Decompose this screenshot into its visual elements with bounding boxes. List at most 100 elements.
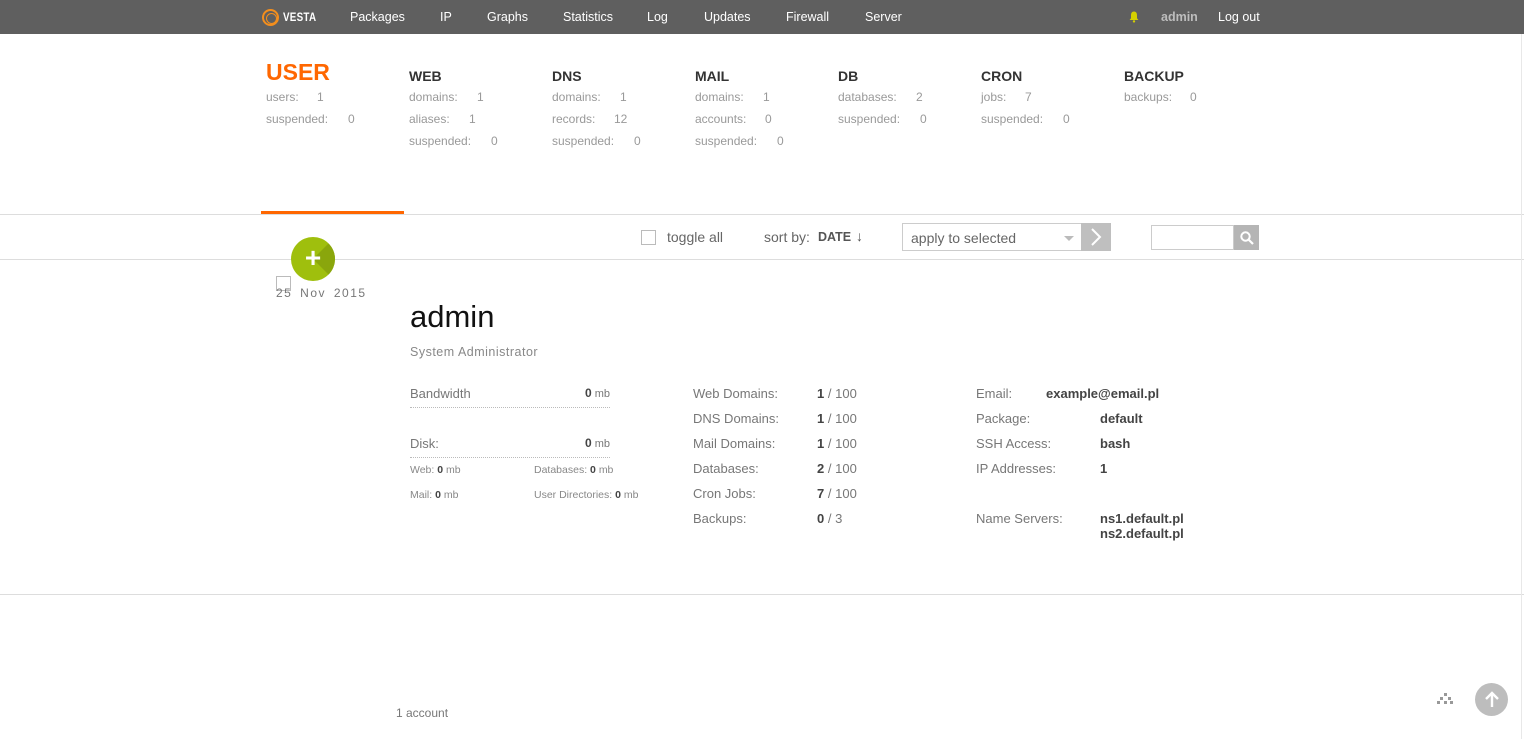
account-count: 1 account — [396, 706, 449, 720]
sort-arrow-icon[interactable]: ↓ — [856, 228, 863, 244]
stat-row: domains: 1 — [695, 90, 770, 104]
stats-mail[interactable]: MAIL domains: 1 accounts: 0 suspended: 0 — [695, 58, 784, 152]
limit-label: Backups: — [693, 511, 747, 526]
limit-value: 0 / 3 — [817, 511, 843, 526]
stat-row: domains: 1 — [552, 90, 627, 104]
stats-title: USER — [266, 59, 330, 85]
divider — [0, 594, 1524, 595]
search-input[interactable] — [1151, 225, 1234, 250]
apply-select-label: apply to selected — [911, 230, 1017, 246]
stat-row: suspended: 0 — [552, 134, 641, 148]
stats-backup[interactable]: BACKUP backups: 0 — [1124, 58, 1197, 108]
stat-row: domains: 1 — [409, 90, 484, 104]
stat-row: jobs: 7 — [981, 90, 1032, 104]
bandwidth-label: Bandwidth — [410, 386, 471, 401]
disk-meter — [410, 457, 610, 458]
ssh-access-label: SSH Access: — [976, 436, 1052, 451]
disk-value: 0 mb — [584, 436, 610, 450]
email-value: example@email.pl — [1046, 386, 1160, 401]
nav-firewall[interactable]: Firewall — [786, 10, 829, 24]
bell-icon[interactable] — [1129, 11, 1139, 23]
nav-server[interactable]: Server — [865, 10, 902, 24]
logo-ring-icon — [262, 8, 279, 26]
ip-addresses-label: IP Addresses: — [976, 461, 1056, 476]
nav-log[interactable]: Log — [647, 10, 668, 24]
disk-databases: Databases: 0 mb — [534, 464, 614, 476]
stat-row: backups: 0 — [1124, 90, 1197, 104]
stats-title: DB — [838, 68, 859, 84]
name-servers-label: Name Servers: — [976, 511, 1063, 526]
stats-title: DNS — [552, 68, 582, 84]
stats-web[interactable]: WEB domains: 1 aliases: 1 suspended: 0 — [409, 58, 498, 152]
stats-title: CRON — [981, 68, 1023, 84]
nav-updates[interactable]: Updates — [704, 10, 751, 24]
stats-title: MAIL — [695, 68, 730, 84]
limit-label: Web Domains: — [693, 386, 779, 401]
record-username[interactable]: admin — [410, 299, 494, 335]
package-value: default — [1100, 411, 1143, 426]
apply-button[interactable] — [1081, 223, 1111, 251]
stats-title: BACKUP — [1124, 68, 1184, 84]
record-role: System Administrator — [410, 345, 539, 359]
nav-user[interactable]: admin — [1161, 10, 1198, 24]
bandwidth-meter — [410, 407, 610, 408]
stat-row: databases: 2 — [838, 90, 923, 104]
chevron-down-icon — [1064, 236, 1074, 241]
stat-row: aliases: 1 — [409, 112, 476, 126]
stat-row: accounts: 0 — [695, 112, 772, 126]
disk-web: Web: 0 mb — [410, 464, 461, 476]
stats-db[interactable]: DB databases: 2 suspended: 0 — [838, 58, 927, 130]
toggle-all-checkbox[interactable] — [641, 230, 656, 245]
top-nav: VESTA Packages IP Graphs Statistics Log … — [0, 0, 1524, 34]
nav-ip[interactable]: IP — [440, 10, 452, 24]
record-date: 25 Nov 2015 — [276, 286, 367, 300]
limit-value: 2 / 100 — [817, 461, 857, 476]
limit-value: 1 / 100 — [817, 386, 857, 401]
apply-to-selected-select[interactable]: apply to selected — [902, 223, 1082, 251]
nav-graphs[interactable]: Graphs — [487, 10, 528, 24]
package-label: Package: — [976, 411, 1031, 426]
name-server-1: ns1.default.pl — [1100, 511, 1184, 526]
stats-cron[interactable]: CRON jobs: 7 suspended: 0 — [981, 58, 1070, 130]
name-server-2: ns2.default.pl — [1100, 526, 1184, 541]
limit-label: Mail Domains: — [693, 436, 776, 451]
stat-row: suspended: 0 — [838, 112, 927, 126]
vesta-logo[interactable]: VESTA — [262, 8, 324, 26]
logo-text: VESTA — [283, 10, 317, 24]
grid-shortcut-icon[interactable] — [1437, 692, 1453, 706]
add-user-button[interactable]: + — [291, 237, 335, 281]
logout-link[interactable]: Log out — [1218, 10, 1260, 24]
search-icon — [1239, 230, 1254, 245]
plus-icon: + — [304, 242, 322, 273]
stat-row: suspended: 0 — [409, 134, 498, 148]
ssh-access-value: bash — [1100, 436, 1131, 451]
stat-row: records: 12 — [552, 112, 628, 126]
nav-packages[interactable]: Packages — [350, 10, 405, 24]
scroll-to-top-button[interactable] — [1475, 683, 1508, 716]
nav-statistics[interactable]: Statistics — [563, 10, 613, 24]
stat-row: suspended: 0 — [981, 112, 1070, 126]
limit-label: DNS Domains: — [693, 411, 779, 426]
stat-row: users: 1 — [266, 90, 324, 104]
disk-mail: Mail: 0 mb — [410, 489, 459, 501]
divider — [0, 214, 1524, 215]
stat-row: suspended: 0 — [695, 134, 784, 148]
ip-addresses-value: 1 — [1100, 461, 1108, 476]
search-button[interactable] — [1234, 225, 1259, 250]
sort-by-value[interactable]: DATE — [818, 230, 851, 244]
chevron-right-icon — [1091, 228, 1102, 246]
stats-user[interactable]: USER users: 1 suspended: 0 — [266, 58, 355, 130]
limit-value: 1 / 100 — [817, 411, 857, 426]
limit-label: Databases: — [693, 461, 759, 476]
limit-label: Cron Jobs: — [693, 486, 756, 501]
stat-row: suspended: 0 — [266, 112, 355, 126]
email-label: Email: — [976, 386, 1013, 401]
sort-by-label: sort by: — [764, 229, 810, 245]
scrollbar-edge — [1521, 34, 1522, 739]
disk-label: Disk: — [410, 436, 439, 451]
disk-user-directories: User Directories: 0 mb — [534, 489, 639, 501]
toggle-all-label[interactable]: toggle all — [667, 229, 723, 245]
stats-dns[interactable]: DNS domains: 1 records: 12 suspended: 0 — [552, 58, 641, 152]
arrow-up-icon — [1484, 690, 1499, 707]
limit-value: 1 / 100 — [817, 436, 857, 451]
